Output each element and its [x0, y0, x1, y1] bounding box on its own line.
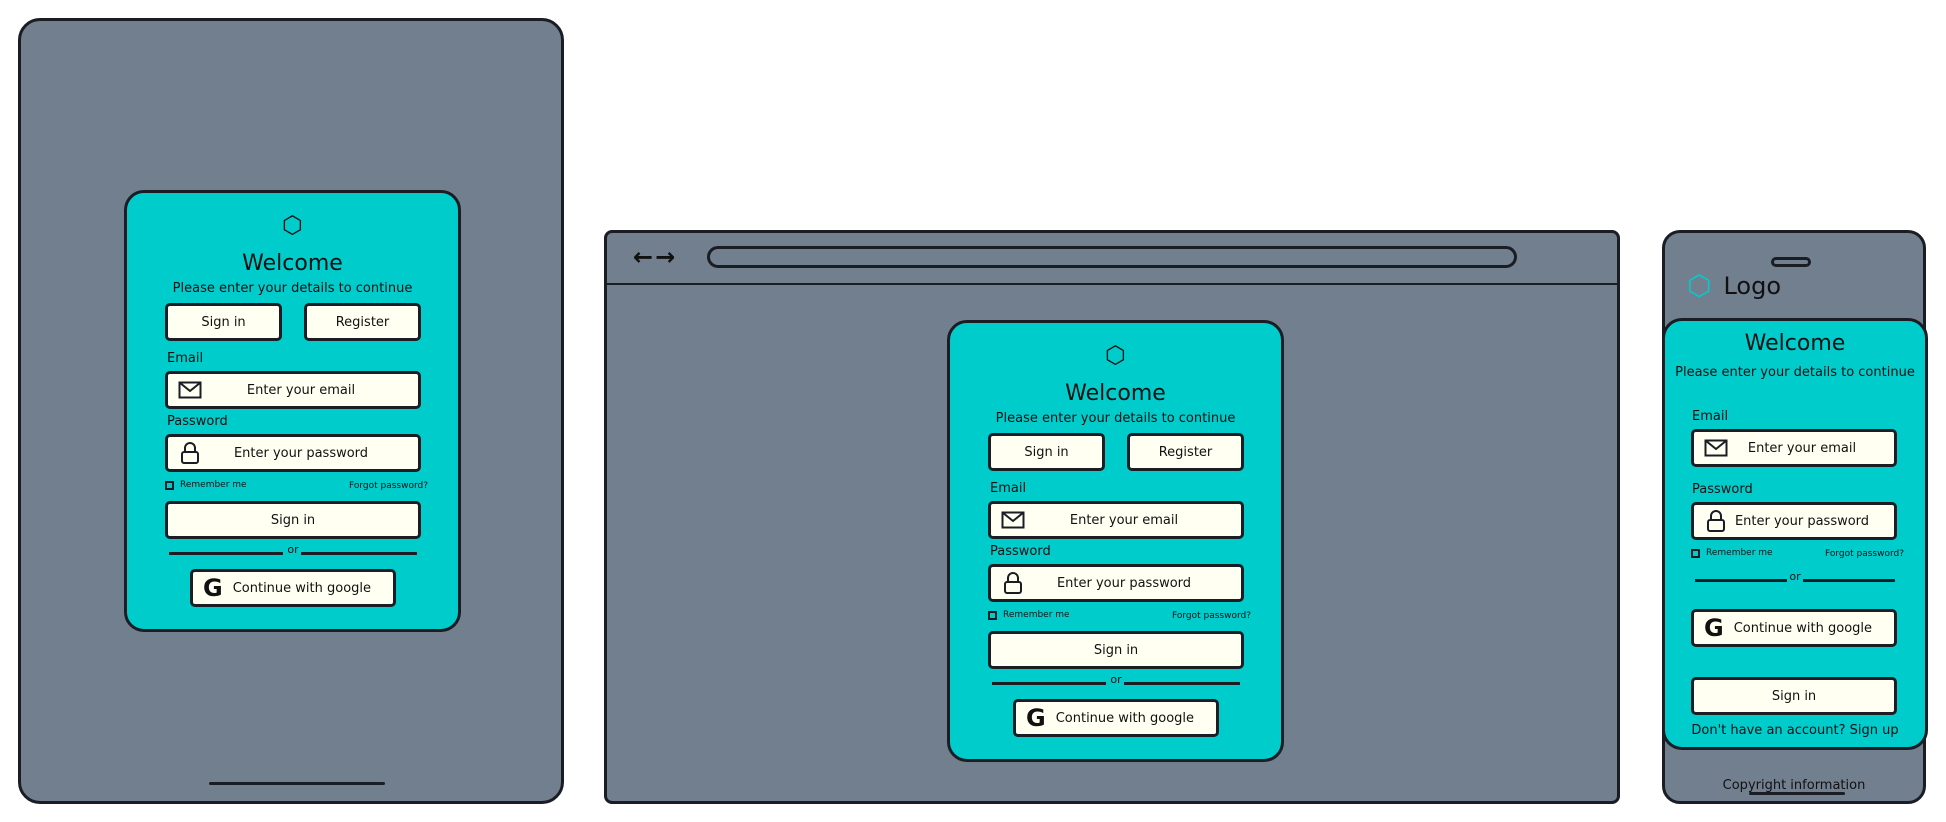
- page-subtitle: Please enter your details to continue: [995, 411, 1236, 426]
- checkbox-icon[interactable]: [988, 610, 997, 620]
- sign-in-button[interactable]: Sign in: [988, 631, 1244, 669]
- password-label: Password: [1692, 482, 1753, 497]
- password-label: Password: [167, 414, 228, 429]
- remember-me[interactable]: Remember me: [1691, 548, 1773, 558]
- password-field[interactable]: Enter your password: [988, 564, 1244, 602]
- browser-frame: ←→ ⬡ Welcome Please enter your details t…: [604, 230, 1620, 804]
- password-label: Password: [990, 544, 1051, 559]
- envelope-icon: [1702, 439, 1730, 457]
- google-icon: G: [203, 574, 223, 602]
- email-label: Email: [1692, 409, 1729, 424]
- login-card: Welcome Please enter your details to con…: [1662, 318, 1928, 750]
- lock-icon: [999, 571, 1027, 595]
- forgot-password-link[interactable]: Forgot password?: [1825, 549, 1904, 559]
- page-subtitle: Please enter your details to continue: [172, 281, 413, 296]
- login-card: ⬡ Welcome Please enter your details to c…: [124, 190, 461, 632]
- email-label: Email: [167, 351, 204, 366]
- nav-arrows-icon[interactable]: ←→: [633, 243, 677, 271]
- google-button[interactable]: G Continue with google: [190, 569, 396, 607]
- checkbox-icon[interactable]: [1691, 548, 1700, 558]
- speaker-icon: [1771, 257, 1811, 267]
- google-button-label: Continue with google: [232, 580, 372, 596]
- or-divider: or: [169, 543, 417, 558]
- lock-icon: [1702, 509, 1730, 533]
- google-icon: G: [1026, 704, 1046, 732]
- envelope-icon: [999, 511, 1027, 529]
- or-label: or: [287, 543, 299, 556]
- or-divider: or: [992, 673, 1240, 688]
- tab-sign-in[interactable]: Sign in: [165, 303, 282, 341]
- login-card: ⬡ Welcome Please enter your details to c…: [947, 320, 1284, 762]
- remember-me[interactable]: Remember me: [165, 480, 247, 490]
- tablet-frame: ⬡ Welcome Please enter your details to c…: [18, 18, 564, 804]
- lock-icon: [176, 441, 204, 465]
- envelope-icon: [176, 381, 204, 399]
- phone-frame: ⬡ Logo Welcome Please enter your details…: [1662, 230, 1928, 804]
- remember-me-label: Remember me: [1003, 610, 1070, 620]
- browser-toolbar: ←→: [607, 233, 1617, 285]
- google-button[interactable]: G Continue with google: [1013, 699, 1219, 737]
- home-indicator: [209, 782, 385, 785]
- url-bar[interactable]: [707, 246, 1517, 268]
- sign-in-button[interactable]: Sign in: [165, 501, 421, 539]
- remember-me[interactable]: Remember me: [988, 610, 1070, 620]
- hexagon-icon: ⬡: [1687, 269, 1712, 302]
- page-subtitle: Please enter your details to continue: [1675, 365, 1915, 380]
- email-placeholder: Enter your email: [1069, 512, 1179, 528]
- email-field[interactable]: Enter your email: [1691, 429, 1897, 467]
- or-label: or: [1110, 673, 1122, 686]
- password-placeholder: Enter your password: [1056, 575, 1192, 591]
- email-field[interactable]: Enter your email: [988, 501, 1244, 539]
- forgot-password-link[interactable]: Forgot password?: [1172, 611, 1251, 621]
- page-title: Welcome: [1744, 331, 1846, 356]
- page-title: Welcome: [1065, 381, 1166, 406]
- google-button-label: Continue with google: [1055, 710, 1195, 726]
- email-label: Email: [990, 481, 1027, 496]
- password-field[interactable]: Enter your password: [1691, 502, 1897, 540]
- remember-me-label: Remember me: [1706, 548, 1773, 558]
- sign-in-button[interactable]: Sign in: [1691, 677, 1897, 715]
- hexagon-icon: ⬡: [282, 211, 303, 239]
- google-button[interactable]: G Continue with google: [1691, 609, 1897, 647]
- password-placeholder: Enter your password: [1734, 513, 1870, 529]
- email-placeholder: Enter your email: [246, 382, 356, 398]
- home-indicator: [1749, 792, 1845, 795]
- google-icon: G: [1704, 614, 1724, 642]
- google-button-label: Continue with google: [1733, 620, 1873, 636]
- remember-me-label: Remember me: [180, 480, 247, 490]
- or-divider: or: [1695, 570, 1895, 585]
- page-title: Welcome: [242, 251, 343, 276]
- email-field[interactable]: Enter your email: [165, 371, 421, 409]
- sign-up-link[interactable]: Don't have an account? Sign up: [1665, 723, 1925, 738]
- tab-register[interactable]: Register: [304, 303, 421, 341]
- checkbox-icon[interactable]: [165, 480, 174, 490]
- logo-text: Logo: [1723, 271, 1782, 300]
- copyright-text: Copyright information: [1722, 778, 1866, 793]
- app-logo: ⬡ Logo: [1687, 269, 1781, 302]
- forgot-password-link[interactable]: Forgot password?: [349, 481, 428, 491]
- hexagon-icon: ⬡: [1105, 341, 1126, 369]
- tab-sign-in[interactable]: Sign in: [988, 433, 1105, 471]
- tab-register[interactable]: Register: [1127, 433, 1244, 471]
- password-placeholder: Enter your password: [233, 445, 369, 461]
- or-label: or: [1789, 570, 1801, 583]
- email-placeholder: Enter your email: [1747, 440, 1857, 456]
- password-field[interactable]: Enter your password: [165, 434, 421, 472]
